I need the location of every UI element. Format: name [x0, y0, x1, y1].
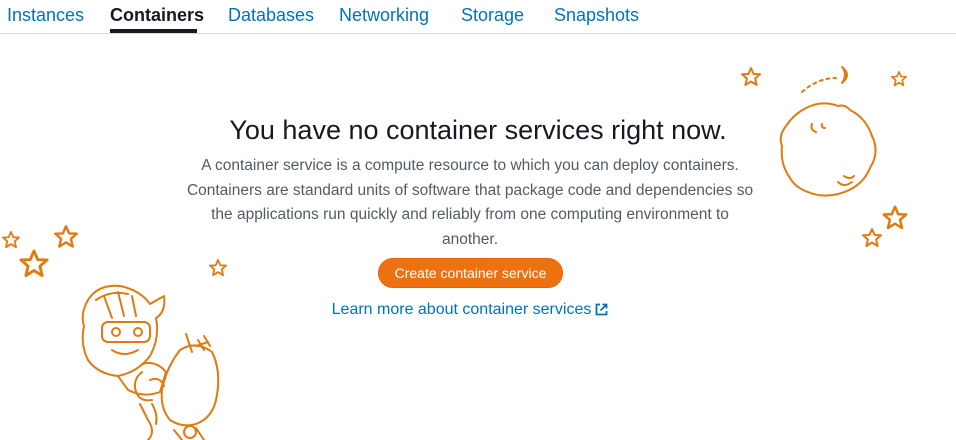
learn-more-link[interactable]: Learn more about container services: [0, 299, 940, 321]
star-icon: [54, 224, 79, 248]
empty-state-description: A container service is a compute resourc…: [170, 154, 770, 252]
containers-page: Instances Containers Databases Networkin…: [0, 0, 956, 440]
description-line: A container service is a compute resourc…: [201, 157, 739, 174]
learn-more-label[interactable]: Learn more about container services: [332, 301, 592, 318]
star-icon: [741, 67, 761, 86]
description-line: the applications run quickly and reliabl…: [211, 206, 729, 223]
star-icon: [208, 258, 228, 277]
star-icon: [862, 228, 882, 247]
star-icon: [19, 249, 49, 278]
create-container-service-button[interactable]: Create container service: [378, 258, 563, 288]
empty-state-title: You have no container services right now…: [229, 115, 727, 145]
description-line: another.: [441, 230, 499, 248]
star-icon: [890, 71, 908, 87]
moon-icon: [801, 66, 848, 93]
star-icon: [1, 230, 21, 249]
star-icon: [882, 205, 908, 230]
external-link-icon[interactable]: [595, 303, 608, 316]
description-line: Containers are standard units of softwar…: [186, 181, 754, 199]
